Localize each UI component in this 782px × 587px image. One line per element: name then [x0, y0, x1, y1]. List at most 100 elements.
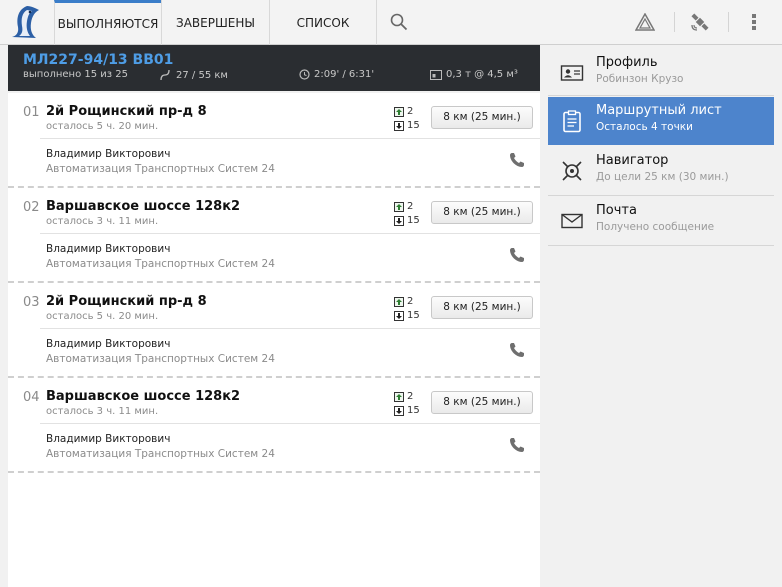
tab-in-progress-label: ВЫПОЛНЯЮТСЯ [57, 17, 159, 31]
menu-item-navigator[interactable]: Навигатор До цели 25 км (30 мин.) [548, 147, 774, 195]
alert-button[interactable] [625, 0, 665, 44]
stop-card[interactable]: 04 Варшавское шоссе 128к2 осталось 3 ч. … [8, 378, 540, 473]
contact-name: Владимир Викторович [46, 148, 171, 160]
unload-count: 15 [394, 120, 420, 131]
contact-company: Автоматизация Транспортных Систем 24 [46, 448, 275, 460]
card-divider [40, 423, 540, 424]
tab-completed-label: ЗАВЕРШЕНЫ [176, 16, 255, 30]
route-load: 0,3 т @ 4,5 м³ [430, 69, 518, 80]
contact-company: Автоматизация Транспортных Систем 24 [46, 258, 275, 270]
search-button[interactable] [379, 0, 419, 44]
stop-time-remaining: осталось 5 ч. 20 мин. [46, 121, 159, 132]
route-summary-header[interactable]: МЛ227-94/13 BB01 выполнено 15 из 25 27 /… [8, 45, 540, 91]
stop-number: 02 [23, 200, 40, 215]
overflow-menu-icon [752, 14, 756, 30]
menu-item-profile-title: Профиль [596, 55, 658, 70]
distance-button[interactable]: 8 км (25 мин.) [431, 296, 533, 319]
cargo-icon [430, 69, 442, 80]
menu-divider [548, 245, 774, 246]
unload-count: 15 [394, 215, 420, 226]
contact-name: Владимир Викторович [46, 338, 171, 350]
load-count-value: 2 [407, 391, 414, 402]
search-icon [390, 13, 408, 31]
unload-count-value: 15 [407, 310, 420, 321]
gps-button[interactable] [680, 0, 720, 44]
crosshair-icon [562, 161, 582, 181]
menu-item-mail-title: Почта [596, 203, 637, 218]
tab-in-progress[interactable]: ВЫПОЛНЯЮТСЯ [54, 0, 161, 45]
phone-icon[interactable] [508, 151, 526, 169]
menu-item-navigator-title: Навигатор [596, 153, 669, 168]
menu-item-mail[interactable]: Почта Получено сообщение [548, 197, 774, 245]
unload-count-value: 15 [407, 215, 420, 226]
contact-name: Владимир Викторович [46, 243, 171, 255]
id-card-icon [560, 65, 584, 81]
toolbar-divider [674, 12, 675, 32]
load-count: 2 [394, 106, 413, 117]
route-load-value: 0,3 т @ 4,5 м³ [446, 69, 518, 80]
stop-address: Варшавское шоссе 128к2 [46, 389, 241, 404]
distance-button[interactable]: 8 км (25 мин.) [431, 201, 533, 224]
stop-card[interactable]: 01 2й Рощинский пр-д 8 осталось 5 ч. 20 … [8, 93, 540, 188]
route-time-value: 2:09' / 6:31' [314, 69, 375, 80]
load-count-value: 2 [407, 296, 414, 307]
menu-item-route-sheet-title: Маршрутный лист [596, 103, 722, 118]
load-box-icon [394, 201, 404, 212]
distance-button[interactable]: 8 км (25 мин.) [431, 391, 533, 414]
menu-item-profile[interactable]: Профиль Робинзон Крузо [548, 49, 774, 97]
stop-time-remaining: осталось 3 ч. 11 мин. [46, 216, 159, 227]
unload-count: 15 [394, 310, 420, 321]
unload-box-icon [394, 120, 404, 131]
menu-item-route-sheet[interactable]: Маршрутный лист Осталось 4 точки [548, 97, 774, 145]
unload-count-value: 15 [407, 120, 420, 131]
route-id: МЛ227-94/13 BB01 [23, 52, 174, 68]
penguin-logo-icon[interactable] [8, 3, 42, 41]
stop-number: 01 [23, 105, 40, 120]
load-count: 2 [394, 296, 413, 307]
stop-card[interactable]: 03 2й Рощинский пр-д 8 осталось 5 ч. 20 … [8, 283, 540, 378]
load-box-icon [394, 391, 404, 402]
contact-name: Владимир Викторович [46, 433, 171, 445]
overflow-menu-button[interactable] [734, 0, 774, 44]
route-icon [160, 69, 170, 81]
stop-list: 01 2й Рощинский пр-д 8 осталось 5 ч. 20 … [8, 93, 540, 587]
unload-box-icon [394, 310, 404, 321]
contact-company: Автоматизация Транспортных Систем 24 [46, 163, 275, 175]
phone-icon[interactable] [508, 436, 526, 454]
menu-divider [548, 195, 774, 196]
stop-card[interactable]: 02 Варшавское шоссе 128к2 осталось 3 ч. … [8, 188, 540, 283]
clock-icon [299, 69, 310, 80]
menu-divider [548, 95, 774, 96]
stop-address: 2й Рощинский пр-д 8 [46, 104, 207, 119]
envelope-icon [561, 213, 583, 229]
menu-item-mail-sub: Получено сообщение [596, 221, 715, 233]
unload-box-icon [394, 215, 404, 226]
stop-number: 03 [23, 295, 40, 310]
tab-sheet-list[interactable]: СПИСОК ЛИСТОВ [269, 0, 377, 76]
route-time: 2:09' / 6:31' [299, 69, 374, 80]
unload-box-icon [394, 405, 404, 416]
clipboard-icon [563, 110, 581, 133]
top-action-bar: ВЫПОЛНЯЮТСЯ ЗАВЕРШЕНЫ СПИСОК ЛИСТОВ [0, 0, 782, 76]
route-distance: 27 / 55 км [160, 69, 228, 81]
phone-icon[interactable] [508, 246, 526, 264]
stop-time-remaining: осталось 3 ч. 11 мин. [46, 406, 159, 417]
route-distance-value: 27 / 55 км [176, 69, 228, 81]
load-count: 2 [394, 391, 413, 402]
stop-address: Варшавское шоссе 128к2 [46, 199, 241, 214]
menu-item-navigator-sub: До цели 25 км (30 мин.) [596, 171, 729, 183]
load-count-value: 2 [407, 106, 414, 117]
toolbar-divider [728, 12, 729, 32]
distance-button[interactable]: 8 км (25 мин.) [431, 106, 533, 129]
unload-count: 15 [394, 405, 420, 416]
stop-number: 04 [23, 390, 40, 405]
card-divider [40, 233, 540, 234]
stop-address: 2й Рощинский пр-д 8 [46, 294, 207, 309]
tab-completed[interactable]: ЗАВЕРШЕНЫ [161, 0, 269, 45]
navigation-drawer: Профиль Робинзон Крузо Маршрутный лист О… [548, 45, 782, 587]
phone-icon[interactable] [508, 341, 526, 359]
warning-triangle-icon [635, 13, 655, 31]
route-panel: МЛ227-94/13 BB01 выполнено 15 из 25 27 /… [0, 45, 548, 587]
card-divider [40, 138, 540, 139]
card-divider [40, 328, 540, 329]
